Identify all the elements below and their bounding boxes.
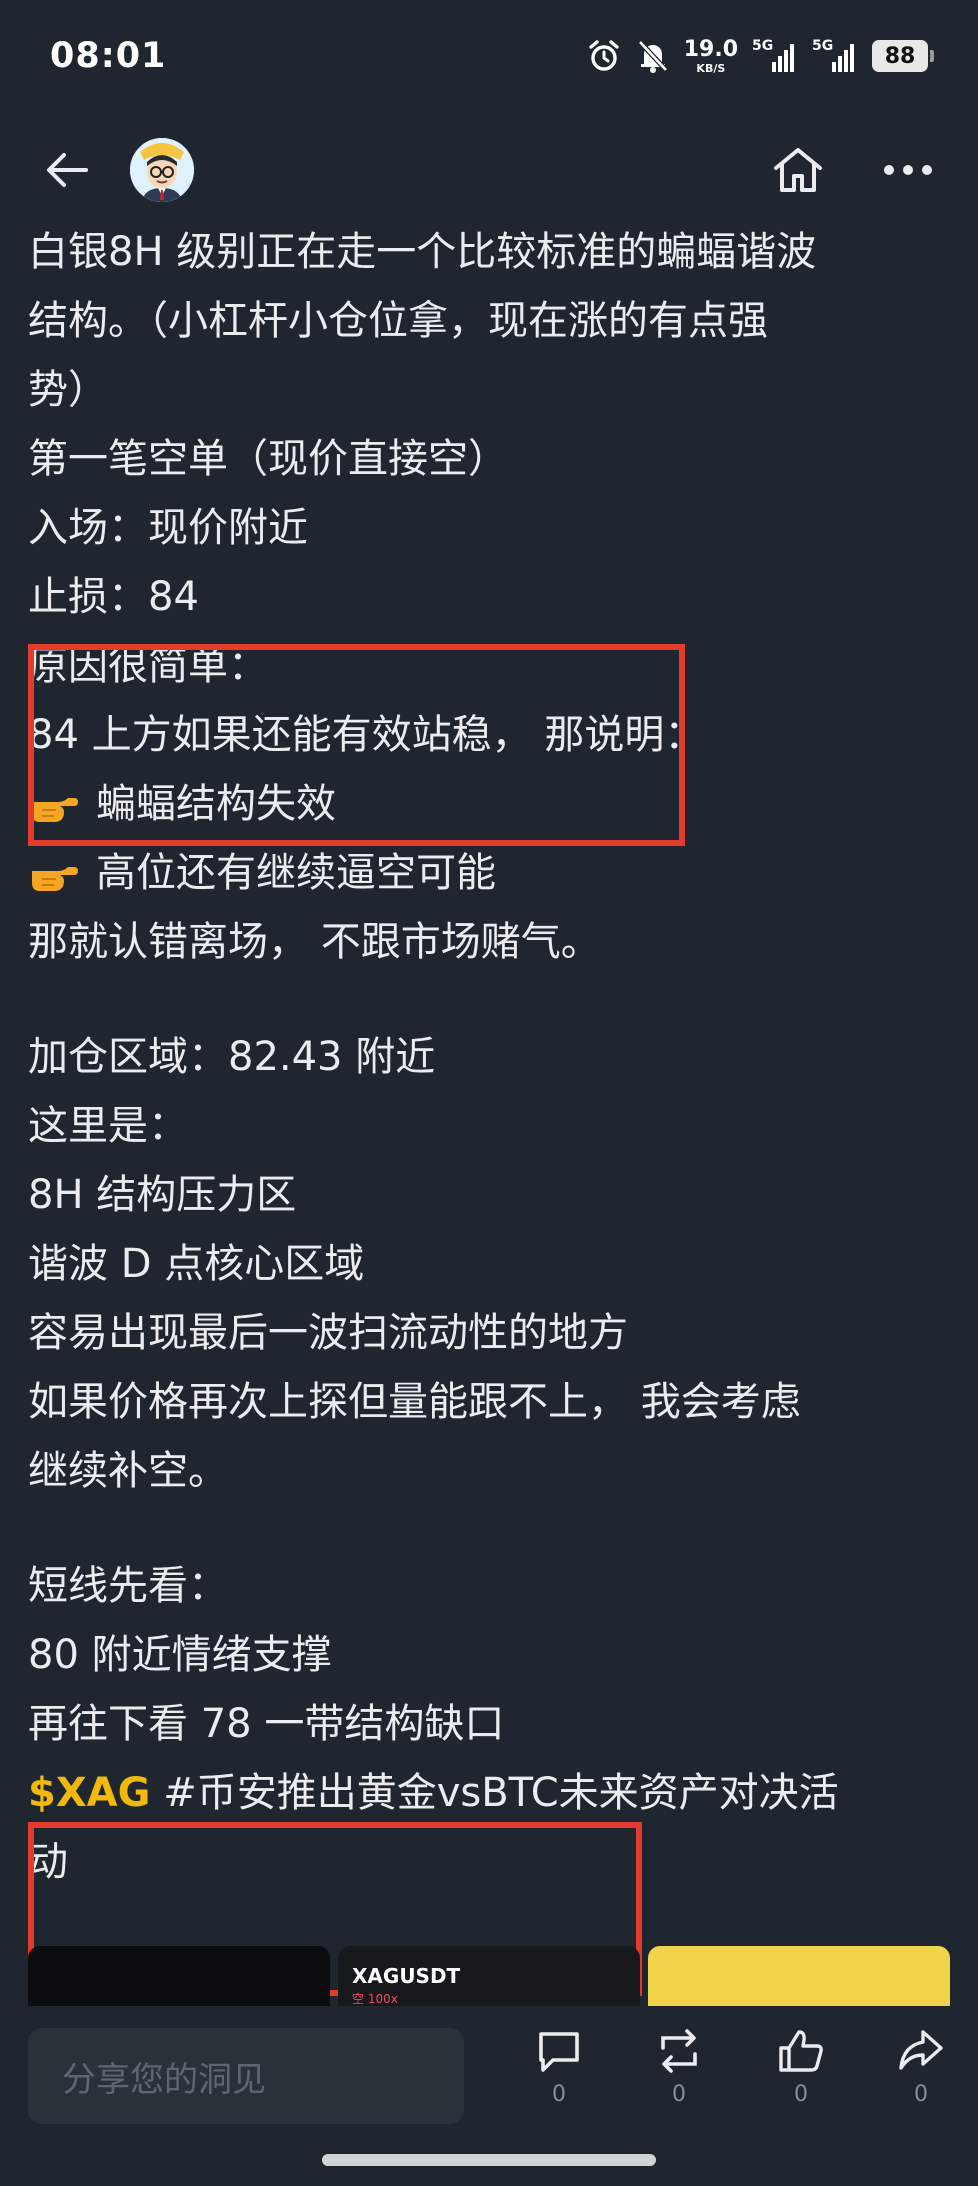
- post-line: 那就认错离场， 不跟市场赌气。: [28, 919, 601, 965]
- post-line: 8H 结构压力区: [28, 1172, 297, 1218]
- back-arrow-icon: [47, 153, 88, 187]
- post-line: 80 附近情绪支撑: [28, 1632, 332, 1678]
- share-arrow-icon: [899, 2030, 943, 2070]
- comment-count: 0: [552, 2082, 566, 2107]
- top-nav: [0, 130, 978, 210]
- post-line: 结构。（小杠杆小仓位拿，现在涨的有点强: [28, 298, 768, 344]
- thumb-side: 空 100x: [352, 1992, 398, 2006]
- sim2-signal-icon: 5G: [812, 38, 858, 74]
- back-button[interactable]: [42, 148, 92, 192]
- post-tags-line: $XAG #币安推出黄金vsBTC未来资产对决活: [28, 1759, 952, 1828]
- post-line: 再往下看 78 一带结构缺口: [28, 1701, 505, 1747]
- sim1-signal-icon: 5G: [752, 38, 798, 74]
- network-speed-unit: KB/S: [696, 61, 726, 75]
- post-line: 势）: [28, 367, 108, 413]
- alarm-icon: [586, 38, 622, 74]
- post-line: 这里是：: [28, 1103, 188, 1149]
- home-indicator[interactable]: [322, 2154, 656, 2166]
- status-time: 08:01: [50, 36, 167, 76]
- ticker-link[interactable]: $XAG: [28, 1770, 150, 1816]
- hashtag-link[interactable]: #币安推出黄金vsBTC未来资产对决活: [163, 1770, 839, 1816]
- battery-icon: 88: [872, 40, 934, 72]
- post-image-position[interactable]: XAGUSDT 空 100x: [338, 1946, 640, 2006]
- share-insight-input[interactable]: 分享您的洞见: [28, 2028, 464, 2124]
- home-icon: [774, 148, 822, 192]
- post-line: 白银8H 级别正在走一个比较标准的蝙蝠谐波: [28, 229, 817, 275]
- pointing-hand-icon: [28, 855, 80, 895]
- like-count: 0: [794, 2082, 808, 2107]
- post-line: 继续补空。: [28, 1448, 228, 1494]
- post-bullet-line: 高位还有继续逼空可能: [28, 839, 952, 908]
- post-line: 止损：84: [28, 574, 199, 620]
- post-line: 加仓区域：82.43 附近: [28, 1034, 436, 1080]
- post-line: 容易出现最后一波扫流动性的地方: [28, 1310, 628, 1356]
- repost-icon: [661, 2029, 697, 2073]
- status-bar: 08:01 19.0 KB/S 5G 5G 88: [0, 0, 978, 118]
- post-image-screenshot[interactable]: [648, 1946, 950, 2006]
- share-insight-placeholder: 分享您的洞见: [62, 2059, 266, 2100]
- share-count: 0: [914, 2082, 928, 2107]
- thumb-symbol: XAGUSDT: [352, 1964, 461, 1988]
- repost-button[interactable]: 0: [639, 2028, 719, 2107]
- post-line: 第一笔空单（现价直接空）: [28, 436, 508, 482]
- post-line: 入场：现价附近: [28, 505, 308, 551]
- author-avatar[interactable]: [130, 138, 194, 202]
- post-line: 如果价格再次上探但量能跟不上， 我会考虑: [28, 1379, 801, 1425]
- network-speed-value: 19.0: [683, 36, 738, 62]
- home-button[interactable]: [770, 144, 826, 196]
- post-line: 短线先看：: [28, 1563, 228, 1609]
- more-options-button[interactable]: [876, 144, 940, 196]
- thumbs-up-icon: [779, 2030, 823, 2072]
- battery-level: 88: [884, 43, 916, 69]
- repost-count: 0: [672, 2082, 686, 2107]
- post-line: 谐波 D 点核心区域: [28, 1241, 365, 1287]
- comment-icon: [539, 2032, 579, 2072]
- share-button[interactable]: 0: [881, 2028, 961, 2107]
- more-dots-icon: [884, 165, 932, 175]
- post-image-strip: XAGUSDT 空 100x: [28, 1946, 950, 2006]
- highlight-box-entry: [28, 644, 685, 846]
- mute-bell-icon: [636, 38, 670, 74]
- post-image-chart[interactable]: [28, 1946, 330, 2006]
- avatar-image: [130, 138, 194, 202]
- post-content: 白银8H 级别正在走一个比较标准的蝙蝠谐波 结构。（小杠杆小仓位拿，现在涨的有点…: [28, 218, 952, 1996]
- status-icons: 19.0 KB/S 5G 5G 88: [586, 34, 934, 78]
- post-bullet-text: 高位还有继续逼空可能: [96, 850, 496, 896]
- network-speed: 19.0 KB/S: [683, 36, 738, 75]
- like-button[interactable]: 0: [761, 2028, 841, 2107]
- comment-button[interactable]: 0: [519, 2028, 599, 2107]
